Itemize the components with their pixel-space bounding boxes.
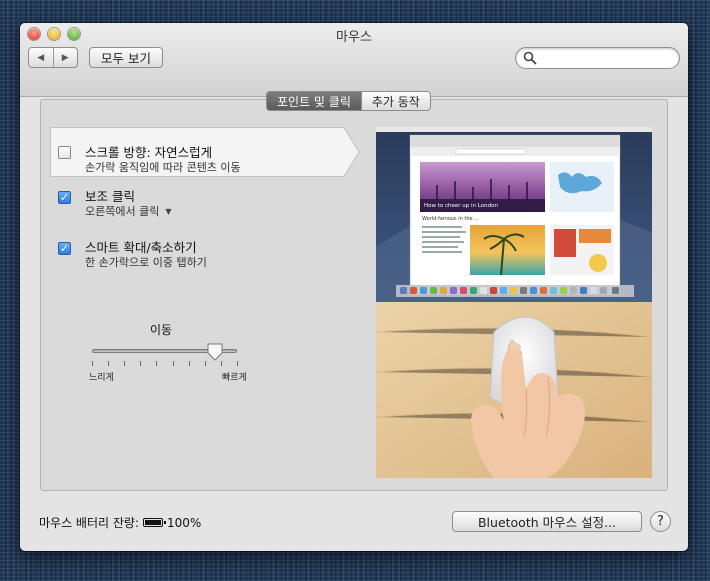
tab-bar: 포인트 및 클릭 추가 동작 xyxy=(266,91,431,111)
tracking-speed-label: 이동 xyxy=(150,323,173,337)
battery-label: 마우스 배터리 잔량: xyxy=(39,516,139,530)
slider-tick xyxy=(108,361,110,366)
window-title: 마우스 xyxy=(336,30,372,45)
slider-tick xyxy=(140,361,142,366)
battery-status: 마우스 배터리 잔량: 100% xyxy=(39,514,201,531)
battery-icon xyxy=(143,518,166,527)
slider-tick xyxy=(156,361,158,366)
battery-value: 100% xyxy=(167,515,202,530)
slider-tick xyxy=(92,361,93,366)
title-bar: 마우스 ◀ ▶ 모두 보기 xyxy=(20,23,688,97)
preferences-window: 마우스 ◀ ▶ 모두 보기 포인트 및 클릭 추가 동작 스크롤 방향: 자연스… xyxy=(20,23,688,551)
gesture-preview-video: How to cheer up in London World-famous i… xyxy=(376,127,652,478)
back-arrow-icon[interactable]: ◀ xyxy=(29,48,54,67)
chevron-down-icon: ▼ xyxy=(165,207,172,216)
tab-more-gestures[interactable]: 추가 동작 xyxy=(361,91,431,111)
forward-arrow-icon[interactable]: ▶ xyxy=(54,48,78,67)
help-button[interactable]: ? xyxy=(650,511,671,532)
secondary-click-checkbox[interactable]: ✓ xyxy=(58,191,71,204)
slider-max-label: 빠르게 xyxy=(222,373,247,383)
option-description: 손가락 움직임에 따라 콘텐츠 이동 xyxy=(85,161,241,174)
slider-tick xyxy=(237,361,238,366)
back-forward-control: ◀ ▶ xyxy=(28,47,78,68)
slider-thumb[interactable] xyxy=(206,343,224,361)
slider-tick xyxy=(172,361,174,366)
slider-tick xyxy=(188,361,190,366)
preview-article: World-famous in the ... xyxy=(422,216,479,222)
slider-tick xyxy=(220,361,222,366)
slider-min-label: 느리게 xyxy=(89,373,114,383)
preview-headline: How to cheer up in London xyxy=(424,203,498,209)
slider-tick xyxy=(204,361,206,366)
search-icon xyxy=(523,51,537,65)
option-description: 한 손가락으로 이중 탭하기 xyxy=(85,256,207,269)
slider-tick xyxy=(124,361,126,366)
search-input[interactable] xyxy=(515,47,680,69)
slider-ticks xyxy=(92,361,238,368)
scroll-direction-checkbox[interactable] xyxy=(58,146,71,159)
bluetooth-mouse-setup-button[interactable]: Bluetooth 마우스 설정... xyxy=(452,511,642,532)
option-description: 오른쪽에서 클릭 xyxy=(85,205,160,218)
tab-point-and-click[interactable]: 포인트 및 클릭 xyxy=(266,91,362,111)
show-all-button[interactable]: 모두 보기 xyxy=(89,47,163,68)
smart-zoom-checkbox[interactable]: ✓ xyxy=(58,242,71,255)
secondary-click-dropdown[interactable]: 오른쪽에서 클릭 ▼ xyxy=(85,203,172,219)
